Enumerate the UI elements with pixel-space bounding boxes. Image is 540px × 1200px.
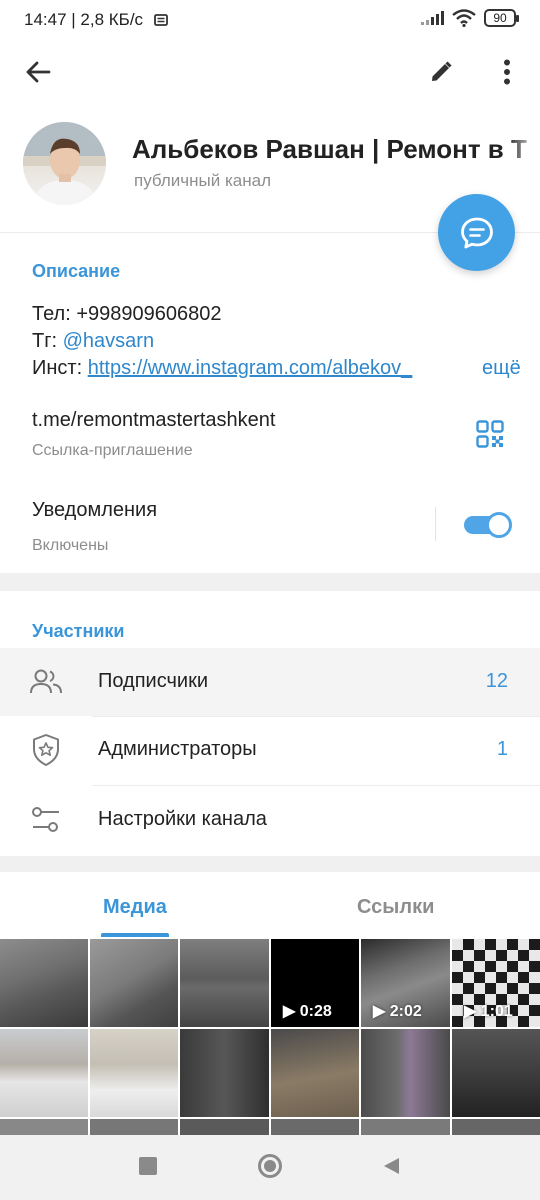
instagram-prefix: Инст:: [32, 357, 88, 379]
description-phone: Тел: +998909606802: [32, 303, 222, 325]
media-thumbnail[interactable]: [271, 1029, 359, 1117]
media-thumbnail[interactable]: [180, 939, 269, 1027]
more-vertical-icon: [504, 59, 510, 85]
video-duration: ▶ 1:01: [464, 1003, 513, 1020]
toggle-knob: [486, 512, 512, 538]
media-thumbnail[interactable]: [361, 1029, 450, 1117]
tab-links[interactable]: Ссылки: [270, 872, 540, 938]
media-grid: ▶ 0:28 ▶ 2:02 ▶ 1:01: [0, 938, 540, 1138]
pencil-icon: [432, 61, 452, 81]
home-icon: [264, 1160, 276, 1172]
back-triangle-icon[interactable]: [381, 1156, 401, 1176]
instagram-link[interactable]: https://www.instagram.com/albekov_: [88, 357, 413, 379]
media-thumbnail[interactable]: [0, 1029, 88, 1117]
shield-star-icon: [33, 734, 59, 766]
battery-icon: 90: [484, 9, 519, 27]
back-button[interactable]: [14, 48, 62, 96]
media-thumbnail[interactable]: [180, 1029, 269, 1117]
tab-links-label: Ссылки: [357, 896, 435, 918]
message-notification-icon: [154, 13, 168, 31]
admins-count: 1: [496, 738, 508, 760]
channel-avatar[interactable]: [23, 122, 106, 205]
notifications-status: Включены: [32, 537, 109, 554]
show-more-link[interactable]: ещё: [470, 357, 521, 380]
chat-bubble-icon: [460, 217, 493, 248]
channel-type: публичный канал: [134, 171, 271, 190]
qr-code-icon: [476, 420, 504, 448]
status-bar: 14:47 | 2,8 КБ/с 90: [0, 0, 540, 40]
admins-label: Администраторы: [98, 738, 257, 760]
invite-link[interactable]: t.me/remontmastertashkent: [32, 409, 275, 432]
description-title: Описание: [32, 261, 121, 281]
subscribers-label: Подписчики: [98, 670, 209, 692]
media-thumbnail[interactable]: [0, 939, 88, 1027]
members-title: Участники: [32, 621, 125, 641]
members-row-subscribers[interactable]: Подписчики 12: [0, 648, 540, 716]
tab-media[interactable]: Медиа: [0, 872, 270, 938]
notifications-toggle[interactable]: [464, 511, 512, 539]
media-video-thumbnail[interactable]: ▶ 0:28: [271, 939, 359, 1027]
media-thumbnail[interactable]: [90, 1029, 178, 1117]
members-row-settings[interactable]: Настройки канала: [0, 786, 540, 854]
telegram-handle-link[interactable]: @havsarn: [63, 330, 154, 352]
tab-indicator: [101, 933, 169, 937]
subscribers-count: 12: [485, 670, 508, 692]
members-row-admins[interactable]: Администраторы 1: [0, 717, 540, 785]
wifi-icon: [452, 9, 476, 27]
tab-media-label: Медиа: [103, 896, 167, 918]
media-video-thumbnail[interactable]: ▶ 1:01: [452, 939, 540, 1027]
discussion-button[interactable]: [438, 194, 515, 271]
recents-button[interactable]: [139, 1157, 157, 1175]
video-duration: ▶ 2:02: [373, 1003, 422, 1020]
description-instagram: Инст: https://www.instagram.com/albekov_: [32, 357, 472, 380]
status-time: 14:47 | 2,8 КБ/с: [24, 10, 144, 29]
channel-name: Альбеков Равшан | Ремонт в Т: [132, 134, 527, 164]
edit-button[interactable]: [417, 48, 465, 96]
media-video-thumbnail[interactable]: ▶ 2:02: [361, 939, 450, 1027]
video-duration: ▶ 0:28: [283, 1003, 332, 1020]
invite-link-label: Ссылка-приглашение: [32, 442, 193, 459]
users-icon: [30, 669, 62, 694]
notifications-divider: [435, 507, 436, 541]
system-navigation-bar: [0, 1135, 540, 1200]
signal-icon: [421, 11, 444, 25]
section-separator: [0, 573, 540, 591]
qr-code-button[interactable]: [476, 420, 504, 453]
description-telegram: Тг: @havsarn: [32, 330, 154, 353]
notifications-title: Уведомления: [32, 499, 158, 521]
arrow-left-icon: [26, 61, 51, 83]
sliders-icon: [32, 807, 59, 832]
section-separator: [0, 856, 540, 872]
telegram-prefix: Тг:: [32, 330, 63, 352]
channel-settings-label: Настройки канала: [98, 808, 267, 830]
avatar-photo: [23, 122, 106, 205]
more-options-button[interactable]: [483, 48, 531, 96]
status-indicators: 90: [420, 9, 519, 27]
media-thumbnail[interactable]: [452, 1029, 540, 1117]
media-thumbnail[interactable]: [90, 939, 178, 1027]
home-button[interactable]: [258, 1154, 282, 1178]
